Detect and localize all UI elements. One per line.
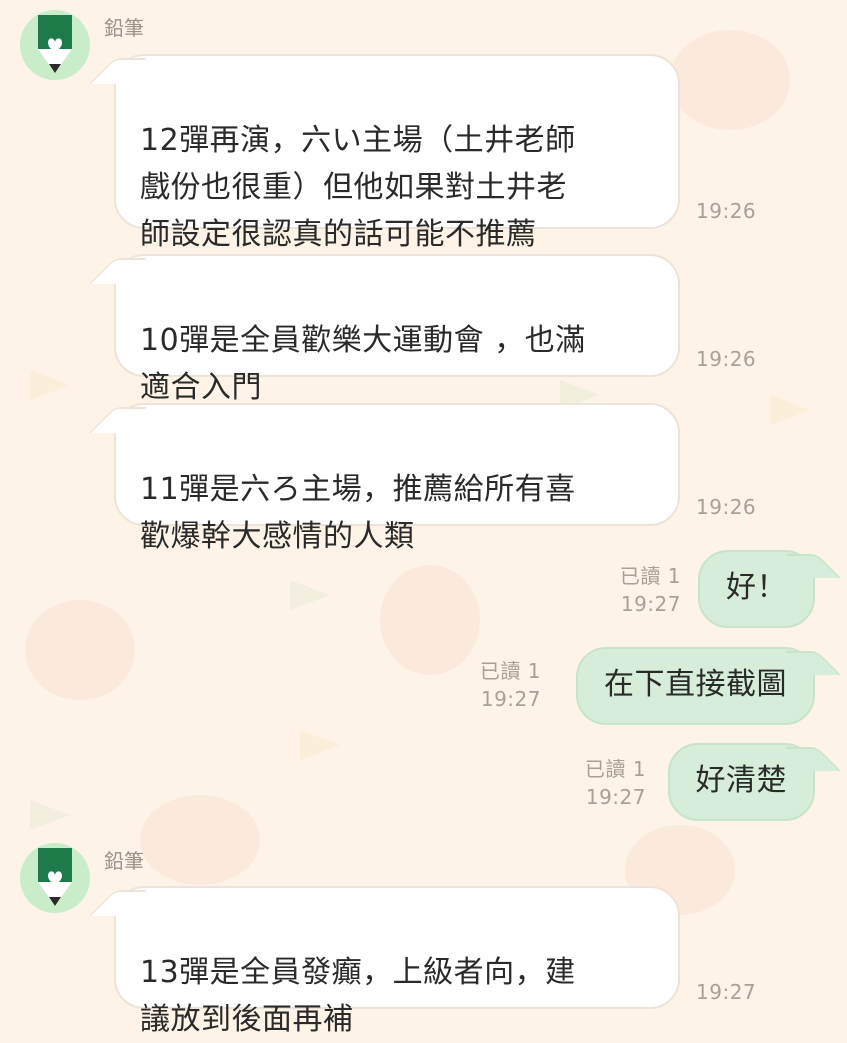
- message-text: 在下直接截圖: [604, 667, 787, 702]
- message-bubble[interactable]: 好！: [698, 550, 815, 628]
- message-bubble[interactable]: 好清楚: [667, 743, 815, 821]
- read-receipt: 已讀 1 19:27: [585, 755, 646, 811]
- pencil-icon: [38, 848, 72, 906]
- sender-avatar[interactable]: [20, 843, 90, 913]
- message-text: 12彈再演，六い主場（土井老師 戲份也很重）但他如果對土井老 師設定很認真的話可…: [140, 123, 576, 252]
- message-time: 19:27: [480, 687, 541, 711]
- sender-avatar[interactable]: [20, 10, 90, 80]
- message-text: 10彈是全員歡樂大運動會 ，也滿 適合入門: [140, 323, 586, 405]
- message-bubble[interactable]: 10彈是全員歡樂大運動會 ，也滿 適合入門: [114, 254, 680, 405]
- sender-name: 鉛筆: [104, 16, 144, 40]
- sender-name: 鉛筆: [104, 849, 144, 873]
- read-receipt: 已讀 1 19:27: [620, 562, 681, 618]
- message-time: 19:26: [696, 347, 757, 371]
- read-status: 已讀 1: [479, 659, 541, 683]
- message-bubble[interactable]: 在下直接截圖: [576, 647, 815, 725]
- message-text: 好清楚: [695, 763, 787, 798]
- message-time: 19:27: [620, 592, 681, 616]
- message-text: 13彈是全員發癲，上級者向，建 議放到後面再補: [140, 955, 576, 1037]
- message-text: 好！: [726, 570, 787, 605]
- message-time: 19:27: [585, 785, 646, 809]
- message-bubble[interactable]: 11彈是六ろ主場，推薦給所有喜 歡爆幹大感情的人類: [114, 403, 680, 554]
- message-time: 19:27: [696, 980, 757, 1004]
- message-text: 11彈是六ろ主場，推薦給所有喜 歡爆幹大感情的人類: [140, 472, 576, 554]
- read-status: 已讀 1: [584, 757, 646, 781]
- read-receipt: 已讀 1 19:27: [480, 657, 541, 713]
- message-bubble[interactable]: 13彈是全員發癲，上級者向，建 議放到後面再補: [114, 886, 680, 1037]
- message-time: 19:26: [696, 495, 757, 519]
- message-bubble[interactable]: 12彈再演，六い主場（土井老師 戲份也很重）但他如果對土井老 師設定很認真的話可…: [114, 54, 680, 252]
- read-status: 已讀 1: [619, 564, 681, 588]
- pencil-icon: [38, 15, 72, 73]
- message-time: 19:26: [696, 199, 757, 223]
